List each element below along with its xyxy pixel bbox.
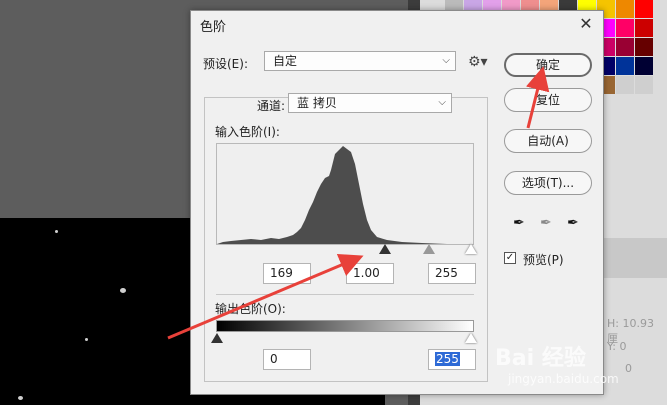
ok-button[interactable]: 确定 [504, 53, 592, 77]
output-black-slider[interactable] [211, 333, 223, 343]
image-speck [120, 288, 126, 293]
close-icon[interactable]: ✕ [577, 15, 595, 33]
input-levels-label: 输入色阶(I): [215, 125, 280, 139]
output-white-field[interactable]: 255 [428, 349, 476, 370]
preview-checkbox[interactable]: ✓ [504, 252, 516, 264]
white-eyedropper-icon[interactable]: ✒ [567, 215, 579, 231]
input-black-slider[interactable] [379, 244, 391, 254]
input-black-field[interactable]: 169 [263, 263, 311, 284]
gear-icon[interactable]: ⚙▾ [468, 54, 488, 70]
reset-button[interactable]: 复位 [504, 88, 592, 112]
watermark-logo: Bai 经验 [495, 346, 586, 371]
divider [216, 294, 474, 295]
preset-label: 预设(E): [203, 57, 248, 71]
channel-select[interactable]: 蓝 拷贝 ⌵ [288, 93, 452, 113]
chevron-down-icon: ⌵ [438, 97, 446, 108]
image-speck [55, 230, 58, 233]
panel-readout: 0 [625, 362, 632, 375]
input-gamma-slider[interactable] [423, 244, 435, 254]
input-gamma-field[interactable]: 1.00 [346, 263, 394, 284]
image-speck [85, 338, 88, 341]
histogram-area [217, 146, 473, 244]
preset-select[interactable]: 自定 ⌵ [264, 51, 456, 71]
channel-label: 通道: [257, 99, 286, 113]
histogram [216, 143, 474, 245]
output-gradient [216, 320, 474, 332]
dialog-titlebar[interactable]: 色阶 ✕ [191, 11, 603, 37]
watermark-url: jingyan.baidu.com [508, 372, 619, 386]
dialog-title: 色阶 [200, 20, 227, 35]
auto-button[interactable]: 自动(A) [504, 129, 592, 153]
output-levels-label: 输出色阶(O): [215, 302, 286, 316]
input-white-slider[interactable] [465, 244, 477, 254]
image-speck [18, 396, 23, 400]
preset-value: 自定 [273, 54, 298, 68]
preview-label: 预览(P) [523, 253, 564, 267]
channel-value: 蓝 拷贝 [297, 96, 337, 110]
levels-dialog: 色阶 ✕ 预设(E): 自定 ⌵ ⚙▾ 通道: 蓝 拷贝 ⌵ 输入色阶(I): … [190, 10, 604, 395]
input-white-field[interactable]: 255 [428, 263, 476, 284]
output-white-slider[interactable] [465, 333, 477, 343]
output-black-field[interactable]: 0 [263, 349, 311, 370]
options-button[interactable]: 选项(T)... [504, 171, 592, 195]
gray-eyedropper-icon[interactable]: ✒ [540, 215, 552, 231]
black-eyedropper-icon[interactable]: ✒ [513, 215, 525, 231]
histogram-graph [217, 146, 473, 244]
panel-readout: Y: 0 [607, 340, 627, 353]
chevron-down-icon: ⌵ [442, 55, 450, 66]
